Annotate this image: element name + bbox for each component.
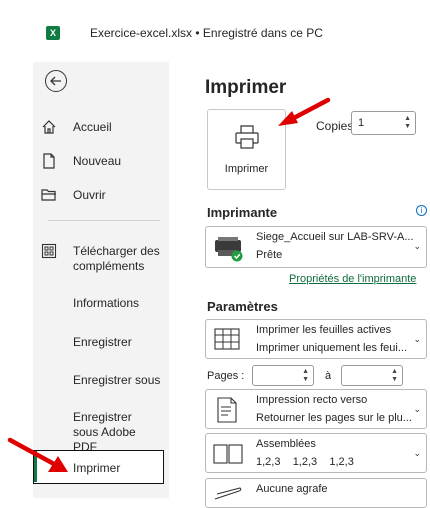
copies-stepper[interactable]: 1 ▲ ▼ (351, 111, 416, 135)
sidebar-item-label: Ouvrir (73, 188, 106, 202)
sidebar-item-telecharger-complements[interactable]: Télécharger des compléments (33, 242, 169, 276)
title-bar: X Exercice-excel.xlsx • Enregistré dans … (0, 0, 430, 62)
addins-icon (41, 243, 57, 259)
sidebar-item-nouveau[interactable]: Nouveau (33, 152, 169, 172)
sidebar-item-label: Nouveau (73, 154, 122, 168)
printer-properties-link[interactable]: Propriétés de l'imprimante (289, 273, 416, 285)
pages-label: Pages : (207, 370, 245, 382)
new-document-icon (43, 153, 55, 169)
collate-icon (213, 444, 243, 464)
duplex-dropdown[interactable]: Impression recto verso Retourner les pag… (205, 389, 427, 429)
copies-value: 1 (358, 117, 365, 129)
sidebar-item-informations[interactable]: Informations (33, 294, 169, 314)
printer-dropdown[interactable]: Siege_Accueil sur LAB-SRV-A... Prête ⌄ (205, 226, 427, 268)
folder-icon (41, 189, 56, 201)
excel-icon: X (46, 26, 60, 40)
sidebar-item-label: Informations (73, 296, 140, 310)
window-title: Exercice-excel.xlsx • Enregistré dans ce… (90, 26, 323, 40)
chevron-down-icon: ⌄ (413, 241, 421, 251)
sidebar-item-accueil[interactable]: Accueil (33, 118, 169, 138)
annotation-arrow-print (278, 97, 331, 126)
settings-section-heading: Paramètres (207, 299, 278, 314)
chevron-down-icon: ⌄ (413, 448, 421, 458)
printer-device-icon (215, 237, 243, 262)
sidebar-item-label: Télécharger des compléments (73, 244, 160, 273)
home-icon (42, 120, 56, 134)
collate-line1: Assemblées (256, 438, 316, 450)
sidebar-item-label: Enregistrer (73, 335, 132, 349)
print-scope-line2: Imprimer uniquement les feui... (256, 342, 408, 354)
sidebar-item-ouvrir[interactable]: Ouvrir (33, 186, 169, 206)
print-scope-dropdown[interactable]: Imprimer les feuilles actives Imprimer u… (205, 319, 427, 359)
duplex-line2: Retourner les pages sur le plu... (256, 412, 412, 424)
sidebar-item-label: Enregistrer sous Adobe PDF (73, 410, 136, 454)
spinner-arrows-icon[interactable]: ▲ ▼ (391, 368, 398, 384)
staple-dropdown[interactable]: Aucune agrafe (205, 478, 427, 508)
back-arrow-icon (50, 76, 61, 86)
annotation-arrow-imprimer (7, 437, 68, 472)
chevron-down-icon: ⌄ (413, 404, 421, 414)
printer-status: Prête (256, 249, 283, 261)
print-scope-line1: Imprimer les feuilles actives (256, 324, 392, 336)
collate-dropdown[interactable]: Assemblées 1,2,3 1,2,3 1,2,3 ⌄ (205, 433, 427, 473)
sidebar-item-label: Accueil (73, 120, 112, 134)
pages-from-input[interactable]: ▲ ▼ (252, 365, 314, 386)
printer-section-heading: Imprimante (207, 205, 278, 220)
pages-to-input[interactable]: ▲ ▼ (341, 365, 403, 386)
sidebar-item-label: Enregistrer sous (73, 373, 161, 387)
pages-to-label: à (325, 370, 332, 382)
info-icon[interactable]: i (416, 205, 427, 216)
print-button[interactable]: Imprimer (207, 109, 286, 190)
duplex-icon (217, 397, 237, 423)
collate-line2: 1,2,3 1,2,3 1,2,3 (256, 456, 354, 468)
sidebar-item-enregistrer[interactable]: Enregistrer (33, 333, 169, 353)
sheet-grid-icon (214, 328, 240, 350)
sidebar-item-label: Imprimer (73, 461, 121, 475)
chevron-down-icon: ⌄ (413, 334, 421, 344)
printer-icon (235, 125, 259, 149)
spinner-arrows-icon[interactable]: ▲ ▼ (404, 115, 411, 131)
staple-icon (214, 487, 242, 500)
back-button[interactable] (45, 70, 67, 92)
page-title: Imprimer (205, 77, 287, 98)
duplex-line1: Impression recto verso (256, 394, 368, 406)
staple-line1: Aucune agrafe (256, 483, 328, 495)
print-button-label: Imprimer (224, 163, 269, 175)
sidebar-divider (48, 220, 160, 221)
spinner-arrows-icon[interactable]: ▲ ▼ (302, 368, 309, 384)
sidebar-item-enregistrer-sous[interactable]: Enregistrer sous (33, 371, 169, 391)
printer-name: Siege_Accueil sur LAB-SRV-A... (256, 231, 414, 243)
backstage-sidebar: Accueil Nouveau Ouvrir Télécharger des c… (33, 62, 169, 498)
